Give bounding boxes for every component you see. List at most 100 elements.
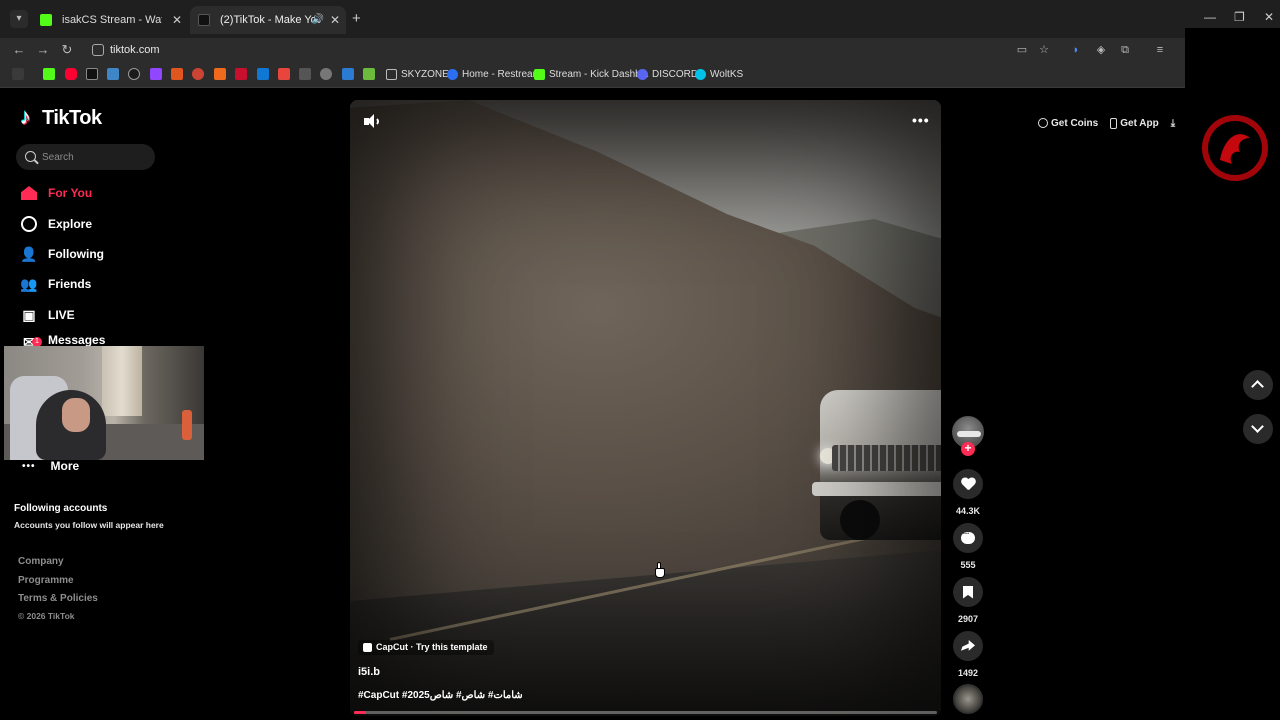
bookmarks-bar: SKYZONE Home - Restream Stream - Kick Da…	[0, 62, 1185, 88]
folder-icon	[386, 69, 397, 80]
volume-icon[interactable]	[364, 114, 379, 130]
forward-icon[interactable]: →	[34, 41, 52, 59]
extension-audio-icon[interactable]: ◗	[1068, 42, 1084, 58]
more-dots-icon: •••	[22, 460, 36, 472]
nav-friends[interactable]: 👥 Friends	[20, 272, 91, 296]
streamer-webcam-overlay	[4, 346, 204, 460]
media-control-icon[interactable]: ≡	[1152, 42, 1168, 58]
chevron-up-icon	[1251, 380, 1264, 393]
site-info-icon[interactable]	[92, 44, 104, 56]
save-button[interactable]	[953, 577, 983, 607]
get-coins-button[interactable]: Get Coins	[1038, 118, 1098, 129]
discord-icon	[637, 69, 648, 80]
kick-bookmark-icon[interactable]	[43, 68, 55, 80]
tab-kick-stream[interactable]: isakCS Stream - Watch Live on Kick ✕	[32, 6, 188, 34]
share-icon	[961, 640, 975, 651]
tab-tiktok[interactable]: (2)TikTok - Make Your Day 🔊 ✕	[190, 6, 346, 34]
previous-video-button[interactable]	[1243, 370, 1273, 400]
capcut-icon	[363, 643, 372, 652]
mouse-cursor-icon	[655, 562, 665, 578]
video-options-icon[interactable]: •••	[912, 112, 930, 128]
reload-icon[interactable]: ↻	[58, 41, 76, 59]
nav-for-you[interactable]: For You	[20, 181, 92, 205]
nav-explore[interactable]: Explore	[20, 212, 92, 236]
like-button[interactable]	[953, 469, 983, 499]
close-window-icon[interactable]: ✕	[1264, 10, 1274, 24]
phone-icon	[1110, 117, 1118, 129]
bookmark-icon[interactable]	[128, 68, 140, 80]
save-count: 2907	[957, 614, 979, 624]
tab-audio-icon[interactable]: 🔊	[312, 6, 324, 34]
bookmark-icon[interactable]	[320, 68, 332, 80]
bookmark-icon[interactable]	[363, 68, 375, 80]
bookmark-skyzone[interactable]: SKYZONE	[386, 62, 449, 88]
stream-brand-logo	[1202, 115, 1268, 181]
video-caption: #CapCut #2025شامات# شاص# شاص	[358, 690, 523, 701]
browser-toolbar: ← → ↻ tiktok.com ▭ ☆ ◗ ◈ ⧉ ≡	[0, 38, 1185, 62]
bookmark-icon[interactable]	[342, 68, 354, 80]
search-box[interactable]	[16, 144, 155, 170]
youtube-bookmark-icon[interactable]	[65, 68, 77, 80]
minimize-icon[interactable]: —	[1204, 10, 1216, 24]
like-count: 44.3K	[955, 506, 981, 516]
bookmark-icon[interactable]	[214, 68, 226, 80]
bookmark-icon[interactable]	[235, 68, 247, 80]
extension-shield-icon[interactable]: ◈	[1093, 42, 1109, 58]
tiktok-favicon-icon	[198, 14, 210, 26]
bookmark-icon[interactable]	[278, 68, 290, 80]
twitch-bookmark-icon[interactable]	[150, 68, 162, 80]
address-bar[interactable]: tiktok.com	[86, 39, 1086, 61]
footer-programme-link[interactable]: Programme	[18, 575, 74, 586]
bookmark-kick-dashboard[interactable]: Stream - Kick Dashb...	[534, 62, 649, 88]
compass-icon	[20, 215, 38, 233]
tab-close-icon[interactable]: ✕	[172, 6, 182, 34]
bookmark-icon[interactable]	[107, 68, 119, 80]
apps-grid-icon[interactable]	[12, 68, 24, 80]
new-tab-button[interactable]: +	[352, 10, 361, 28]
download-icon: ⤓	[1170, 117, 1176, 129]
wolt-icon	[695, 69, 706, 80]
top-right-actions: Get Coins Get App ⤓	[1038, 110, 1175, 136]
video-player[interactable]: ••• CapCut · Try this template i5i.b #Ca…	[350, 100, 941, 716]
bookmark-icon[interactable]	[192, 68, 204, 80]
nav-following[interactable]: 👤 Following	[20, 242, 104, 266]
bookmark-woltks[interactable]: WoltKS	[695, 62, 743, 88]
coin-icon	[1038, 118, 1048, 128]
video-progress-bar[interactable]	[354, 711, 937, 714]
comment-button[interactable]	[953, 523, 983, 553]
chevron-down-icon	[1251, 420, 1264, 433]
footer-company-link[interactable]: Company	[18, 556, 64, 567]
bookmark-icon[interactable]	[299, 68, 311, 80]
restream-icon	[447, 69, 458, 80]
nav-more[interactable]: ••• More	[22, 459, 79, 473]
back-icon[interactable]: ←	[10, 41, 28, 59]
search-input[interactable]	[42, 144, 152, 170]
copyright-text: © 2026 TikTok	[18, 611, 75, 621]
next-video-button[interactable]	[1243, 414, 1273, 444]
capcut-template-link[interactable]: CapCut · Try this template	[358, 640, 494, 655]
following-icon: 👤	[20, 246, 38, 262]
bookmark-icon[interactable]	[171, 68, 183, 80]
outlook-bookmark-icon[interactable]	[257, 68, 269, 80]
tab-close-icon[interactable]: ✕	[330, 6, 340, 34]
tiktok-logo[interactable]: TikTok	[20, 104, 102, 130]
extensions-puzzle-icon[interactable]: ⧉	[1117, 42, 1133, 58]
download-button[interactable]: ⤓	[1171, 118, 1175, 129]
nav-live[interactable]: ▣ LIVE	[20, 303, 74, 327]
bookmark-star-icon[interactable]: ☆	[1036, 42, 1052, 58]
tab-title: isakCS Stream - Watch Live on Kick	[62, 14, 162, 26]
music-disc-icon[interactable]	[953, 684, 983, 714]
footer-terms-link[interactable]: Terms & Policies	[18, 593, 98, 604]
heart-icon	[961, 478, 975, 491]
browser-tab-bar: ▾ isakCS Stream - Watch Live on Kick ✕ (…	[0, 0, 1280, 38]
bookmark-restream[interactable]: Home - Restream	[447, 62, 541, 88]
share-button[interactable]	[953, 631, 983, 661]
get-app-button[interactable]: Get App	[1110, 117, 1159, 129]
video-author[interactable]: i5i.b	[358, 666, 380, 678]
tab-search-button[interactable]: ▾	[10, 10, 28, 28]
x-bookmark-icon[interactable]	[86, 68, 98, 80]
bookmark-discord[interactable]: DISCORD	[637, 62, 698, 88]
restore-icon[interactable]: ❐	[1234, 10, 1245, 24]
follow-plus-icon[interactable]: +	[961, 442, 975, 456]
cast-icon[interactable]: ▭	[1014, 42, 1030, 58]
